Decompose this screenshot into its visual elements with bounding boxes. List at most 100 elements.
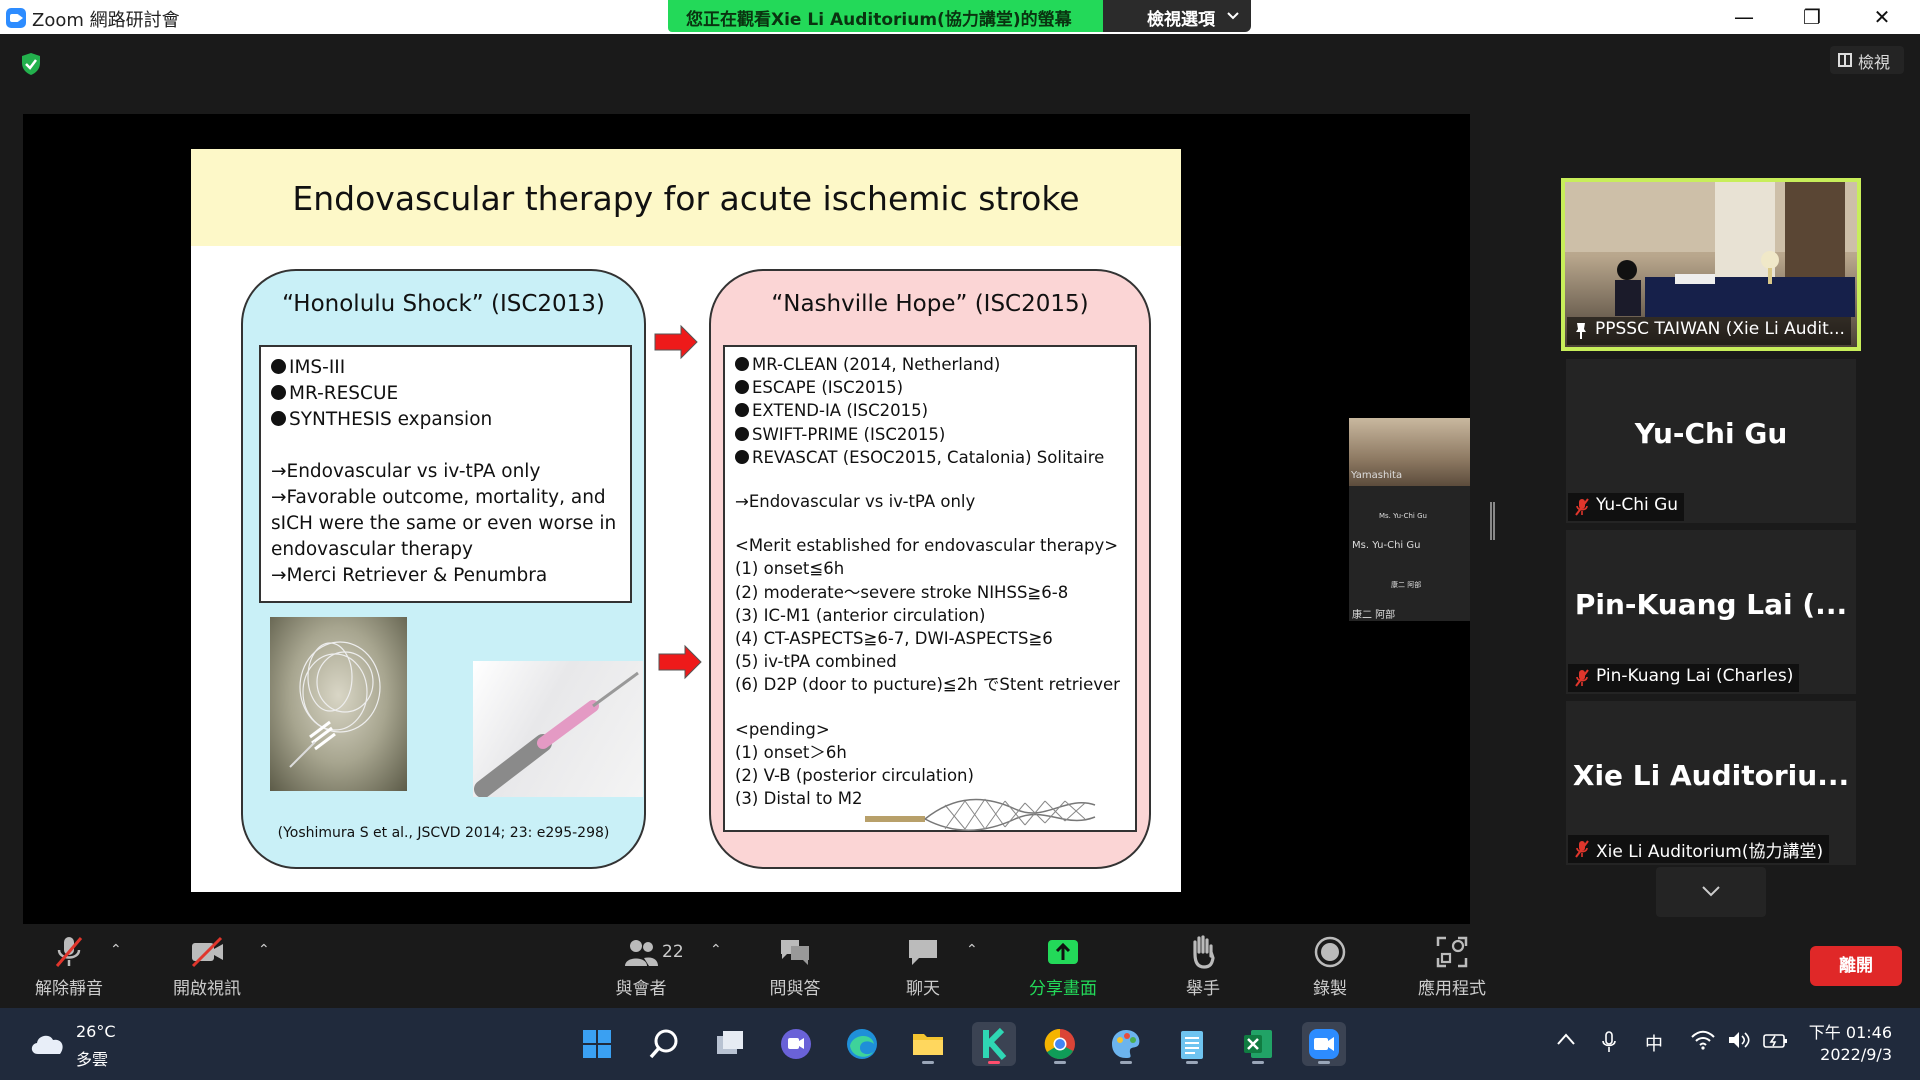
audio-options-caret[interactable]: ⌃ [110, 942, 122, 958]
encryption-shield-icon[interactable] [20, 52, 42, 76]
participant-tile[interactable]: Yu-Chi Gu Yu-Chi Gu [1566, 359, 1856, 523]
trial-item: ESCAPE (ISC2015) [735, 376, 1125, 399]
mini-video-strip[interactable]: Yamashita Ms. Yu-Chi Gu Ms. Yu-Chi Gu 康二… [1349, 418, 1470, 621]
catheter-icon [474, 671, 639, 798]
qa-button[interactable]: 問與答 [752, 934, 838, 999]
teams-chat-button[interactable] [774, 1022, 818, 1066]
trial-item: EXTEND-IA (ISC2015) [735, 399, 1125, 422]
record-button[interactable]: 錄製 [1287, 934, 1373, 999]
participant-tile[interactable]: Xie Li Auditoriu... Xie Li Auditorium(協力… [1566, 701, 1856, 865]
weather-description[interactable]: 多雲 [76, 1046, 108, 1070]
participant-name-tag: Yu-Chi Gu [1568, 493, 1685, 521]
merit-item: (3) IC-M1 (anterior circulation) [735, 605, 986, 625]
chat-button[interactable]: 聊天 [880, 934, 966, 999]
nashville-heading: “Nashville Hope” (ISC2015) [771, 291, 1089, 317]
bullet-icon [271, 359, 286, 374]
merit-item: (4) CT-ASPECTS≧6-7, DWI-ASPECTS≧6 [735, 629, 1053, 649]
honolulu-heading: “Honolulu Shock” (ISC2013) [282, 291, 605, 317]
chrome-button[interactable] [1038, 1022, 1082, 1066]
coil-icon [289, 641, 381, 768]
clock-time: 下午 01:46 [1808, 1023, 1892, 1042]
apps-icon [1436, 936, 1468, 968]
input-method-indicator[interactable]: 中 [1640, 1030, 1668, 1056]
participant-name-tag: PPSSC TAIWAN (Xie Li Audit... [1567, 317, 1851, 345]
cloud-icon[interactable] [28, 1028, 68, 1056]
view-options-button[interactable]: 檢視選項 [1103, 0, 1251, 32]
start-video-button[interactable]: 開啟視訊 [164, 934, 250, 999]
file-explorer-button[interactable] [906, 1022, 950, 1066]
battery-tray-button[interactable] [1760, 1030, 1790, 1055]
zoom-app: Zoom 網路研討會 您正在觀看Xie Li Auditorium(協力講堂)的… [0, 0, 1920, 1080]
running-indicator [1120, 1061, 1132, 1064]
resize-handle[interactable] [1490, 502, 1495, 540]
palette-icon [1112, 1030, 1140, 1058]
chat-options-caret[interactable]: ⌃ [966, 942, 978, 958]
viewing-banner-text: 您正在觀看Xie Li Auditorium(協力講堂)的螢幕 [686, 10, 1072, 30]
zoom-logo-icon [6, 8, 26, 28]
view-button-label: 檢視 [1858, 53, 1891, 72]
raise-hand-button[interactable]: 舉手 [1160, 934, 1246, 999]
slide-title: Endovascular therapy for acute ischemic … [292, 179, 1080, 218]
note-line: →Endovascular vs iv-tPA only [271, 461, 541, 482]
unmute-button[interactable]: 解除靜音 [26, 934, 112, 999]
wifi-tray-button[interactable] [1688, 1030, 1718, 1055]
merit-item: (5) iv-tPA combined [735, 652, 897, 672]
video-options-caret[interactable]: ⌃ [258, 942, 270, 958]
merit-item: (2) moderate～severe stroke NIHSS≧6-8 [735, 582, 1069, 602]
zoom-taskbar-button[interactable] [1302, 1022, 1346, 1066]
honolulu-content: IMS-III MR-RESCUE SYNTHESIS expansion →E… [259, 345, 632, 603]
search-button[interactable] [642, 1022, 686, 1066]
scroll-down-button[interactable] [1656, 867, 1766, 917]
excel-button[interactable] [1236, 1022, 1280, 1066]
system-clock[interactable]: 下午 01:46 2022/9/3 [1800, 1022, 1892, 1066]
wifi-icon [1691, 1030, 1715, 1050]
kami-app-button[interactable] [972, 1022, 1016, 1066]
apps-button[interactable]: 應用程式 [1407, 934, 1497, 999]
participant-tile-pinned[interactable]: PPSSC TAIWAN (Xie Li Audit... [1561, 178, 1861, 351]
record-icon [1314, 936, 1346, 968]
note-line: →Endovascular vs iv-tPA only [735, 492, 976, 512]
speaker-icon [1729, 1032, 1750, 1048]
tray-overflow-button[interactable] [1552, 1030, 1580, 1051]
zoom-icon [1309, 1029, 1339, 1059]
task-view-button[interactable] [708, 1022, 752, 1066]
bullet-icon [271, 385, 286, 400]
participant-big-name: Xie Li Auditoriu... [1572, 759, 1850, 792]
mini-name-label: 康二 阿部 [1352, 610, 1396, 621]
note-line: →Merci Retriever & Penumbra [271, 565, 548, 586]
share-screen-button[interactable]: 分享畫面 [1020, 934, 1106, 999]
weather-temperature[interactable]: 26°C [76, 1022, 116, 1041]
leave-button[interactable]: 離開 [1810, 946, 1902, 986]
trial-item: SWIFT-PRIME (ISC2015) [735, 423, 1125, 446]
meeting-area: 檢視 Endovascular therapy for acute ischem… [0, 34, 1920, 927]
notepad-button[interactable] [1170, 1022, 1214, 1066]
restore-button[interactable]: ❐ [1792, 4, 1832, 30]
presentation-slide: Endovascular therapy for acute ischemic … [191, 149, 1181, 892]
edge-browser-button[interactable] [840, 1022, 884, 1066]
merit-heading: <Merit established for endovascular ther… [735, 536, 1119, 556]
chat-icon [909, 940, 937, 965]
paint-button[interactable] [1104, 1022, 1148, 1066]
volume-tray-button[interactable] [1724, 1030, 1754, 1055]
trial-item: SYNTHESIS expansion [271, 407, 620, 433]
nashville-hope-box: “Nashville Hope” (ISC2015) MR-CLEAN (201… [709, 269, 1151, 869]
raise-hand-icon [1193, 935, 1215, 969]
close-button[interactable]: ✕ [1862, 4, 1902, 30]
mini-video-thumbnail[interactable]: Yamashita [1349, 418, 1470, 486]
participants-options-caret[interactable]: ⌃ [710, 942, 722, 958]
muted-mic-icon [1575, 498, 1589, 516]
microphone-tray-button[interactable] [1596, 1030, 1622, 1059]
mini-tiny-label: 康二 阿部 [1391, 581, 1422, 589]
view-button[interactable]: 檢視 [1830, 46, 1904, 74]
participant-big-name: Yu-Chi Gu [1634, 417, 1788, 450]
nashville-content: MR-CLEAN (2014, Netherland) ESCAPE (ISC2… [723, 345, 1137, 832]
stent-retriever-icon [865, 798, 1096, 831]
bullet-icon [735, 449, 749, 464]
right-arrow-icon [658, 644, 702, 680]
start-menu-button[interactable] [575, 1022, 619, 1066]
folder-icon [913, 1034, 943, 1055]
running-indicator [1252, 1061, 1264, 1064]
participant-tile[interactable]: Pin-Kuang Lai (... Pin-Kuang Lai (Charle… [1566, 530, 1856, 694]
minimize-button[interactable]: — [1724, 4, 1764, 30]
window-title: Zoom 網路研討會 [32, 10, 180, 31]
